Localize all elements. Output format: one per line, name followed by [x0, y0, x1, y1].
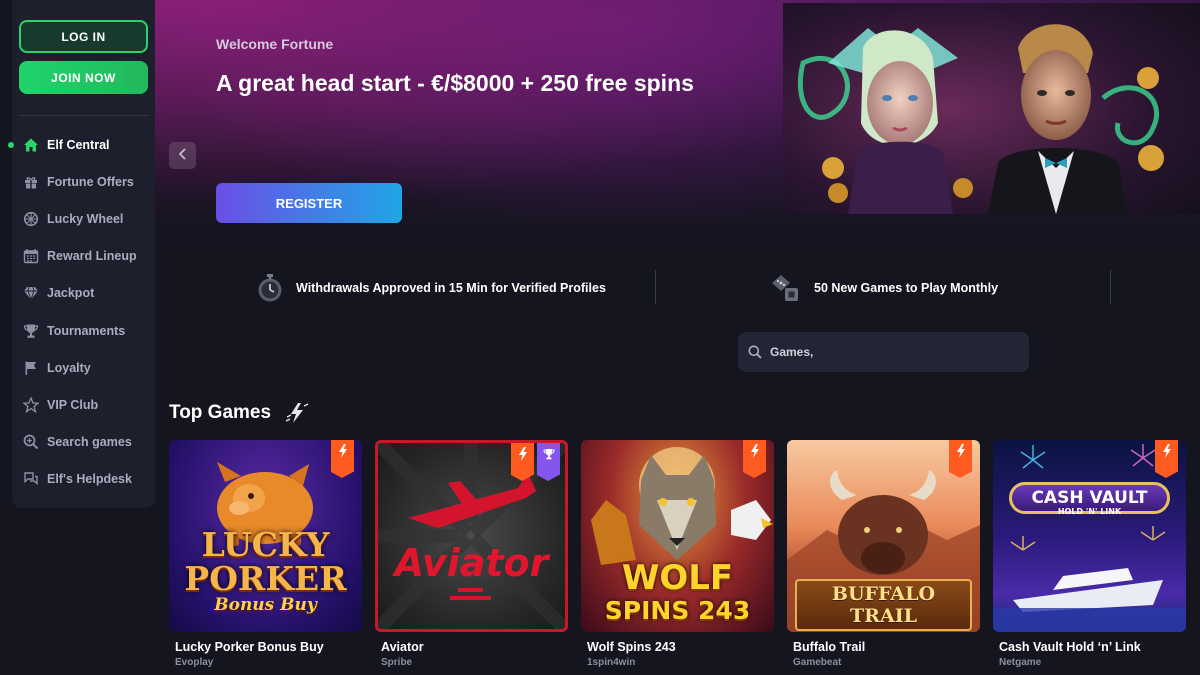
game-art-title: LUCKY PORKER — [184, 525, 347, 598]
sidebar-item-elf-central[interactable]: Elf Central — [8, 126, 155, 163]
game-card-cash-vault[interactable]: CASH VAULT HOLD 'N' LINK Cash Vault Hold… — [993, 440, 1186, 675]
sidebar-item-reward-lineup[interactable]: Reward Lineup — [12, 238, 155, 275]
login-button[interactable]: LOG IN — [19, 20, 148, 53]
sidebar-item-loyalty[interactable]: Loyalty — [12, 349, 155, 386]
game-name: Lucky Porker Bonus Buy — [175, 640, 324, 654]
lightning-icon — [956, 444, 966, 463]
sidebar-item-lucky-wheel[interactable]: Lucky Wheel — [12, 200, 155, 237]
hero-banner: Welcome Fortune A great head start - €/$… — [155, 0, 1200, 262]
game-thumbnail: CASH VAULT HOLD 'N' LINK — [993, 440, 1186, 632]
sidebar-item-label: Elf's Helpdesk — [47, 472, 132, 487]
feature-divider — [655, 270, 656, 304]
lightning-icon — [338, 444, 348, 463]
feature-withdrawals: Withdrawals Approved in 15 Min for Verif… — [256, 272, 606, 304]
sidebar-item-label: Elf Central — [47, 137, 110, 152]
gift-icon — [22, 173, 40, 191]
sidebar-divider — [19, 115, 148, 116]
game-name: Buffalo Trail — [793, 640, 866, 654]
sidebar-item-elfs-helpdesk[interactable]: Elf's Helpdesk — [12, 461, 155, 498]
hot-badge — [331, 440, 354, 478]
game-provider: Netgame — [999, 657, 1042, 668]
hot-badge — [949, 440, 972, 478]
sidebar-item-label: Search games — [47, 435, 132, 450]
game-card-lucky-porker[interactable]: LUCKY PORKER Bonus Buy Lucky Porker Bonu… — [169, 440, 362, 675]
game-card-buffalo-trail[interactable]: BUFFALO TRAIL Buffalo Trail Gamebeat — [787, 440, 980, 675]
sidebar-item-label: VIP Club — [47, 397, 99, 412]
flag-icon — [22, 359, 40, 377]
chat-icon — [22, 470, 40, 488]
sidebar-item-fortune-offers[interactable]: Fortune Offers — [12, 163, 155, 200]
hero-welcome-text: Welcome Fortune — [216, 36, 334, 52]
game-provider: Gamebeat — [793, 657, 842, 668]
game-thumbnail: WOLF SPINS 243 — [581, 440, 774, 632]
sidebar: LOG IN JOIN NOW Elf Central Fortune Offe… — [8, 0, 155, 508]
game-card-aviator[interactable]: Aviator Aviator Spribe — [375, 440, 568, 675]
feature-divider — [1110, 270, 1111, 304]
feature-text: 50 New Games to Play Monthly — [814, 281, 999, 295]
lightning-icon — [284, 402, 310, 429]
sidebar-item-jackpot[interactable]: Jackpot — [12, 275, 155, 312]
game-art-subtitle: SPINS 243 — [604, 596, 751, 625]
feature-new-games: 50 New Games to Play Monthly — [770, 272, 998, 304]
register-button[interactable]: REGISTER — [216, 183, 402, 223]
game-thumbnail: BUFFALO TRAIL — [787, 440, 980, 632]
sidebar-item-label: Jackpot — [47, 286, 95, 301]
game-art-title: BUFFALO TRAIL — [795, 579, 972, 631]
sidebar-item-label: Tournaments — [47, 323, 126, 338]
game-thumbnail: LUCKY PORKER Bonus Buy — [169, 440, 362, 632]
carousel-prev-button[interactable] — [169, 142, 196, 169]
feature-text: Withdrawals Approved in 15 Min for Verif… — [296, 281, 606, 295]
search-icon — [22, 433, 40, 451]
sidebar-item-vip-club[interactable]: VIP Club — [12, 386, 155, 423]
game-art-title: WOLF — [621, 558, 734, 598]
search-icon — [748, 345, 762, 359]
game-provider: 1spin4win — [587, 657, 636, 668]
lightning-icon — [750, 444, 760, 463]
trophy-icon — [542, 447, 555, 465]
sidebar-item-search-games[interactable]: Search games — [12, 424, 155, 461]
hero-title: A great head start - €/$8000 + 250 free … — [216, 70, 694, 96]
sidebar-item-tournaments[interactable]: Tournaments — [12, 312, 155, 349]
game-provider: Evoplay — [175, 657, 214, 668]
join-now-button[interactable]: JOIN NOW — [19, 61, 148, 94]
tournament-badge — [537, 443, 560, 481]
game-name: Wolf Spins 243 — [587, 640, 676, 654]
game-name: Aviator — [381, 640, 424, 654]
wheel-icon — [22, 210, 40, 228]
sidebar-item-label: Reward Lineup — [47, 249, 137, 264]
game-thumbnail: Aviator — [375, 440, 568, 632]
hot-badge — [743, 440, 766, 478]
game-art-subtitle: Bonus Buy — [214, 595, 317, 615]
hot-badge — [511, 443, 534, 481]
stopwatch-icon — [256, 273, 284, 303]
game-art-title: Aviator — [394, 541, 549, 585]
chevron-left-icon — [178, 147, 188, 165]
games-search-input[interactable] — [770, 345, 1010, 359]
games-search-box[interactable] — [738, 332, 1029, 372]
diamond-icon — [22, 284, 40, 302]
home-icon — [22, 136, 40, 154]
top-games-title: Top Games — [169, 402, 272, 423]
sidebar-item-label: Fortune Offers — [47, 174, 134, 189]
sidebar-item-label: Loyalty — [47, 360, 91, 375]
lightning-icon — [518, 447, 528, 466]
active-indicator — [8, 142, 14, 148]
game-art-subtitle: HOLD 'N' LINK — [1057, 507, 1122, 516]
lightning-icon — [1162, 444, 1172, 463]
game-name: Cash Vault Hold ‘n’ Link — [999, 640, 1141, 654]
game-provider: Spribe — [381, 657, 413, 668]
sidebar-nav: Elf Central Fortune Offers Lucky Wheel R… — [8, 126, 155, 498]
trophy-icon — [22, 322, 40, 340]
game-card-wolf-spins[interactable]: WOLF SPINS 243 Wolf Spins 243 1spin4win — [581, 440, 774, 675]
dice-icon — [770, 273, 800, 303]
hot-badge — [1155, 440, 1178, 478]
sidebar-item-label: Lucky Wheel — [47, 211, 124, 226]
hero-characters-image — [783, 3, 1200, 214]
calendar-icon — [22, 247, 40, 265]
star-icon — [22, 396, 40, 414]
